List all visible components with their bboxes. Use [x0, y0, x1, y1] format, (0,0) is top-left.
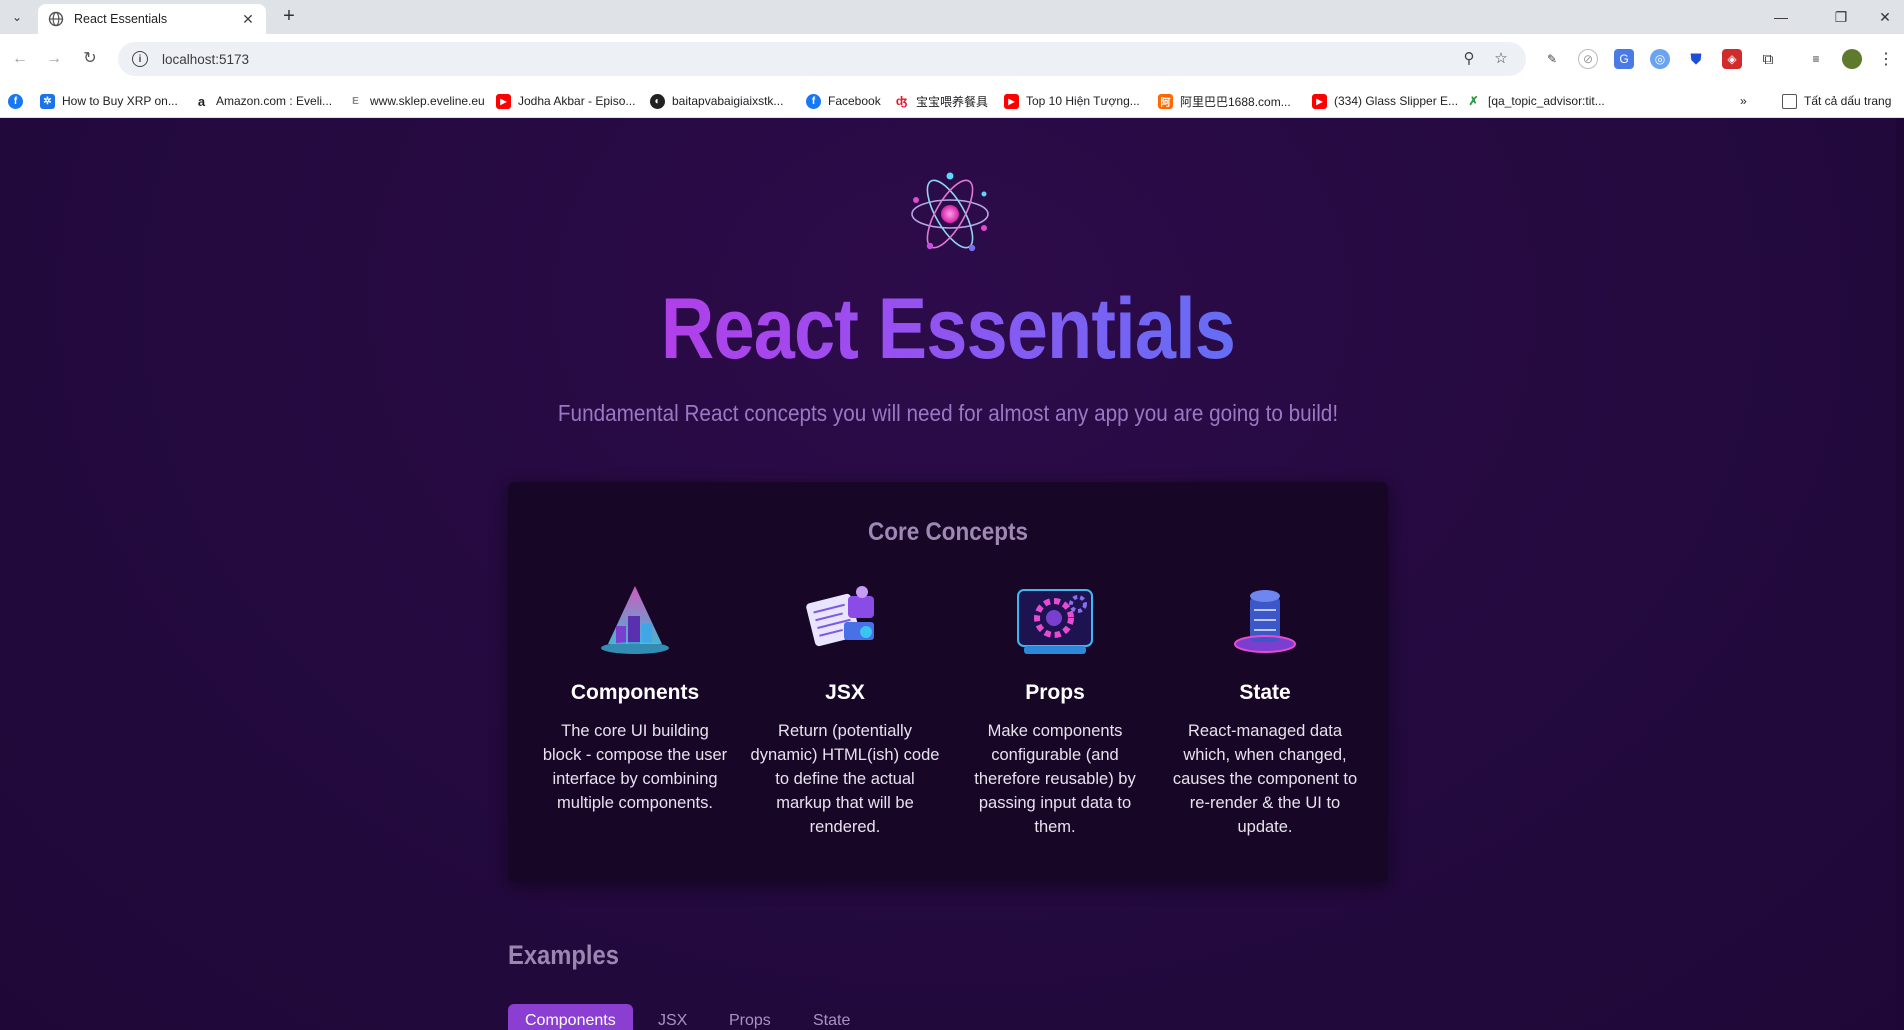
- concept-description: Return (potentially dynamic) HTML(ish) c…: [750, 722, 940, 836]
- concept-jsx: JSX Return (potentially dynamic) HTML(is…: [750, 582, 940, 839]
- site-info-icon[interactable]: i: [132, 51, 148, 67]
- tab-strip: ⌄ React Essentials ✕ + — ❐ ✕: [0, 0, 1904, 34]
- components-illustration: [601, 586, 669, 654]
- tab-props[interactable]: Props: [712, 1004, 788, 1030]
- translate-extension-icon[interactable]: G: [1614, 49, 1634, 69]
- state-illustration: [1234, 590, 1296, 653]
- new-tab-button[interactable]: +: [278, 6, 300, 28]
- bookmarks-bar: f ✲ How to Buy XRP on... a Amazon.com : …: [0, 84, 1904, 118]
- facebook-icon: f: [806, 93, 821, 109]
- globe-icon: ◐: [650, 93, 665, 109]
- bookmark-label: 阿里巴巴1688.com...: [1180, 94, 1291, 109]
- tab-components[interactable]: Components: [508, 1004, 633, 1030]
- concept-description: React-managed data which, when changed, …: [1172, 722, 1358, 836]
- bookmark-item[interactable]: ▶ Jodha Akbar - Episo...: [496, 92, 635, 110]
- bookmark-item[interactable]: ✲ How to Buy XRP on...: [40, 92, 178, 110]
- concept-props: Props Make components configurable (and …: [960, 582, 1150, 839]
- youtube-icon: ▶: [1004, 93, 1019, 109]
- concept-title: JSX: [825, 681, 865, 704]
- network-icon: ✲: [40, 93, 55, 109]
- bookmark-item[interactable]: ʤ 宝宝喂养餐具: [894, 92, 988, 110]
- bookmark-facebook-pinned[interactable]: f: [8, 92, 30, 110]
- browser-tab[interactable]: React Essentials ✕: [38, 4, 266, 34]
- youtube-icon: ▶: [496, 93, 511, 109]
- bookmark-item[interactable]: 阿 阿里巴巴1688.com...: [1158, 92, 1291, 110]
- react-atom-logo: [911, 172, 989, 252]
- jsx-illustration: [806, 586, 874, 647]
- bookmark-item[interactable]: E www.sklep.eveline.eu: [348, 92, 485, 110]
- folder-icon: [1782, 93, 1797, 109]
- bookmark-label: Amazon.com : Eveli...: [216, 94, 333, 108]
- address-url: localhost:5173: [162, 51, 250, 67]
- bookmark-label: 宝宝喂养餐具: [916, 94, 989, 109]
- bookmark-item[interactable]: f Facebook: [806, 92, 881, 110]
- menu-dots-icon[interactable]: ⋮: [1876, 49, 1896, 69]
- all-bookmarks-folder[interactable]: Tất cả dấu trang: [1782, 92, 1891, 110]
- weibo-icon: ʤ: [894, 93, 909, 109]
- bookmark-label: www.sklep.eveline.eu: [370, 94, 485, 108]
- globe-icon: [48, 11, 64, 27]
- concept-state: State React-managed data which, when cha…: [1170, 582, 1360, 839]
- restore-icon[interactable]: ❐: [1826, 6, 1856, 28]
- profile-avatar[interactable]: [1842, 49, 1862, 69]
- more-bookmarks-button[interactable]: »: [1740, 92, 1747, 110]
- concept-description: The core UI building block - compose the…: [542, 722, 728, 812]
- all-bookmarks-label: Tất cả dấu trang: [1804, 94, 1892, 108]
- browser-toolbar: ← → ↻ i localhost:5173 ⚲ ☆ ✎ ⊘ G ◎ ⛊ ◈ ⧉…: [0, 34, 1904, 84]
- concept-title: Props: [1025, 681, 1085, 704]
- facebook-icon: f: [8, 93, 23, 109]
- concept-description: Make components configurable (and theref…: [974, 722, 1136, 836]
- alibaba-icon: 阿: [1158, 93, 1173, 109]
- bookmark-label: baitapvabaigiaixstk...: [672, 94, 784, 108]
- compass-extension-icon[interactable]: ⊘: [1578, 49, 1598, 69]
- bookmark-star-icon[interactable]: ☆: [1492, 50, 1510, 68]
- extensions-puzzle-icon[interactable]: ⧉: [1758, 49, 1778, 69]
- concept-components: Components The core UI building block - …: [540, 582, 730, 815]
- media-controls-icon[interactable]: ≡: [1806, 49, 1826, 69]
- x-icon: ✗: [1466, 93, 1481, 109]
- pen-extension-icon[interactable]: ✎: [1542, 49, 1562, 69]
- bookmark-label: Facebook: [828, 94, 881, 108]
- bookmark-label: [qa_topic_advisor:tit...: [1488, 94, 1605, 108]
- core-concepts-title: Core Concepts: [867, 518, 1029, 546]
- reload-icon[interactable]: ↻: [78, 47, 102, 71]
- close-tab-icon[interactable]: ✕: [240, 11, 256, 28]
- props-illustration: [1017, 589, 1093, 654]
- bookmark-label: Jodha Akbar - Episo...: [518, 94, 636, 108]
- bookmark-item[interactable]: ◐ baitapvabaigiaixstk...: [650, 92, 783, 110]
- tab-title: React Essentials: [74, 12, 168, 26]
- eveline-icon: E: [348, 93, 363, 109]
- tab-state[interactable]: State: [796, 1004, 867, 1030]
- forward-icon[interactable]: →: [42, 47, 66, 71]
- zoom-icon[interactable]: ⚲: [1460, 50, 1478, 68]
- concept-title: Components: [570, 681, 700, 704]
- youtube-icon: ▶: [1312, 93, 1327, 109]
- concept-title: State: [1239, 681, 1291, 704]
- examples-title: Examples: [508, 940, 619, 970]
- page-tagline: Fundamental React concepts you will need…: [557, 400, 1339, 426]
- shield-extension-icon[interactable]: ⛊: [1686, 49, 1706, 69]
- core-concepts-section: Core Concepts Components The core UI bui…: [508, 482, 1388, 882]
- bookmark-item[interactable]: ✗ [qa_topic_advisor:tit...: [1466, 92, 1605, 110]
- tab-jsx[interactable]: JSX: [641, 1004, 704, 1030]
- tab-search-button[interactable]: ⌄: [6, 6, 28, 28]
- red-extension-icon[interactable]: ◈: [1722, 49, 1742, 69]
- bookmark-item[interactable]: ▶ Top 10 Hiện Tượng...: [1004, 92, 1140, 110]
- page-viewport: React Essentials Fundamental React conce…: [0, 118, 1904, 1030]
- lens-extension-icon[interactable]: ◎: [1650, 49, 1670, 69]
- page-scrollbar[interactable]: [1896, 118, 1904, 1030]
- bookmark-item[interactable]: ▶ (334) Glass Slipper E...: [1312, 92, 1458, 110]
- double-chevron-icon: »: [1740, 94, 1747, 108]
- bookmark-label: How to Buy XRP on...: [62, 94, 178, 108]
- chevron-down-icon: ⌄: [11, 10, 23, 24]
- address-bar[interactable]: i localhost:5173 ⚲ ☆: [118, 42, 1526, 76]
- bookmark-item[interactable]: a Amazon.com : Eveli...: [194, 92, 332, 110]
- page-title: React Essentials: [133, 280, 1764, 379]
- back-icon[interactable]: ←: [8, 47, 32, 71]
- close-window-icon[interactable]: ✕: [1870, 6, 1900, 28]
- bookmark-label: (334) Glass Slipper E...: [1334, 94, 1459, 108]
- amazon-icon: a: [194, 93, 209, 109]
- bookmark-label: Top 10 Hiện Tượng...: [1026, 94, 1140, 108]
- minimize-icon[interactable]: —: [1766, 6, 1796, 28]
